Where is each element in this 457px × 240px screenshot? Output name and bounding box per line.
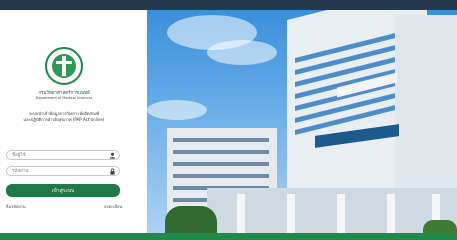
login-button[interactable]: เข้าสู่ระบบ: [6, 184, 120, 197]
password-input[interactable]: [12, 168, 107, 175]
password-field-container: [6, 166, 120, 176]
org-name-en: Department of Medical Sciences: [35, 96, 93, 100]
username-input[interactable]: [12, 152, 107, 159]
user-icon: [109, 152, 116, 159]
footer-bar: [0, 233, 457, 240]
building-photo: [147, 10, 457, 233]
register-link[interactable]: ลงทะเบียน: [104, 203, 122, 210]
lock-icon: [110, 168, 115, 175]
org-name-th: กรมวิทยาศาสตร์การแพทย์: [38, 91, 90, 96]
system-title-line2: และปฏิบัติการอ้างอิงสุขภาพ (PAP Act onli…: [23, 117, 105, 122]
forgot-password-link[interactable]: ลืมรหัสผ่าน: [6, 203, 26, 210]
top-bar: [0, 0, 457, 10]
login-panel: กรมวิทยาศาสตร์การแพทย์ Department of Med…: [0, 10, 148, 233]
dms-logo: [45, 47, 83, 85]
username-field-container: [6, 150, 120, 160]
